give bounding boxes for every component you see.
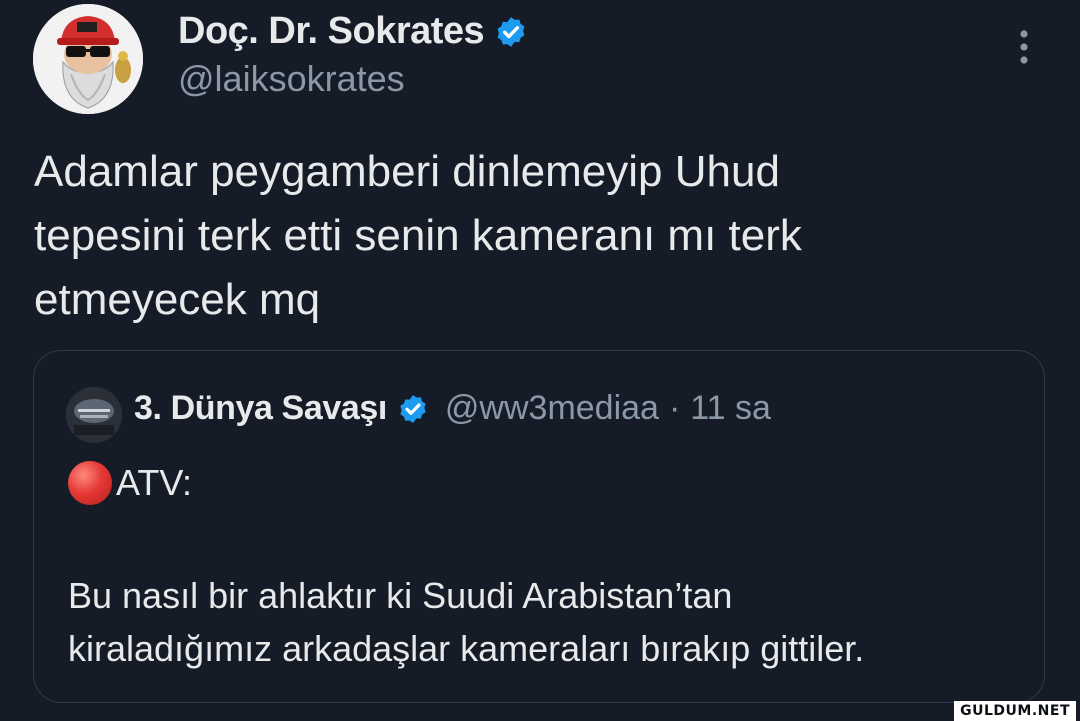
verified-badge-icon [497, 16, 525, 47]
quoted-timestamp[interactable]: 11 sa [690, 389, 771, 428]
vertical-ellipsis-icon [1020, 30, 1028, 64]
verified-badge-icon [400, 394, 426, 423]
tweet-text: Adamlar peygamberi dinlemeyip Uhud tepes… [34, 147, 802, 324]
quoted-separator: · [668, 389, 681, 427]
author-avatar[interactable] [33, 4, 143, 114]
quoted-tweet-card[interactable]: 3. Dünya Savaşı @ww3mediaa · 11 sa ATV: … [33, 350, 1045, 703]
watermark: GULDUM.NET [954, 701, 1076, 721]
author-handle[interactable]: @laiksokrates [178, 58, 405, 100]
tweet: Doç. Dr. Sokrates @laiksokrates Adamlar … [0, 0, 1080, 721]
quoted-handle[interactable]: @ww3mediaa [445, 389, 659, 428]
author-display-name[interactable]: Doç. Dr. Sokrates [178, 10, 485, 53]
quoted-first-line: ATV: [68, 461, 192, 505]
quoted-body-text: Bu nasıl bir ahlaktır ki Suudi Arabistan… [68, 575, 865, 669]
red-circle-icon [68, 461, 112, 505]
more-options-button[interactable] [1012, 28, 1036, 68]
quoted-author-avatar[interactable] [66, 387, 122, 443]
author-name-row: Doç. Dr. Sokrates [178, 10, 528, 53]
avatar-bearded-man-icon [33, 4, 143, 114]
quoted-display-name[interactable]: 3. Dünya Savaşı [134, 389, 387, 428]
avatar-world-war-logo-icon [66, 387, 122, 443]
quoted-header: 3. Dünya Savaşı @ww3mediaa · 11 sa [134, 389, 771, 428]
quoted-source-label: ATV: [116, 462, 193, 503]
